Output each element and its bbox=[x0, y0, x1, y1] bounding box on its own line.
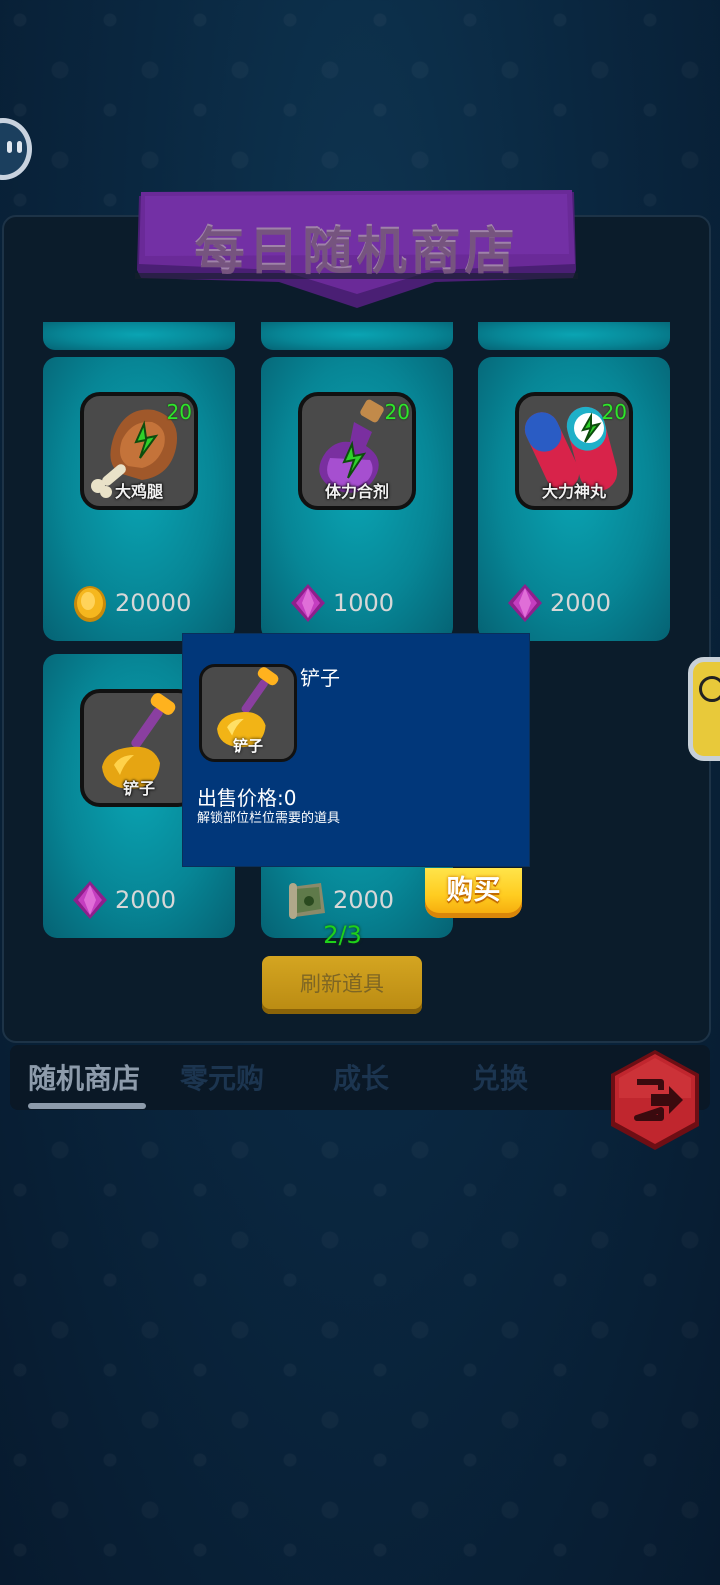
buy-button[interactable]: 购买 bbox=[425, 868, 522, 918]
tab-exchange[interactable]: 兑换 bbox=[472, 1057, 528, 1097]
refresh-counter: 2/3 bbox=[323, 921, 362, 949]
item-count: 20 bbox=[166, 400, 192, 424]
shop-card-stub bbox=[261, 322, 453, 350]
shop-item-card[interactable]: 20 大力神丸 2000 bbox=[478, 357, 670, 641]
tab-growth[interactable]: 成长 bbox=[333, 1057, 389, 1097]
purple-gem-icon bbox=[73, 881, 107, 919]
shop-banner: 每日随机商店 bbox=[135, 190, 578, 308]
price-value: 2000 bbox=[550, 589, 612, 617]
shop-card-stub bbox=[478, 322, 670, 350]
popup-description: 解锁部位栏位需要的道具 bbox=[197, 811, 341, 826]
map-scroll-icon bbox=[289, 883, 325, 919]
tab-random-shop[interactable]: 随机商店 bbox=[28, 1057, 140, 1097]
item-icon-frame: 铲子 bbox=[80, 689, 198, 807]
refresh-items-button[interactable]: 刷新道具 bbox=[262, 956, 422, 1014]
price-value: 2000 bbox=[333, 886, 395, 914]
purple-gem-icon bbox=[508, 584, 542, 622]
item-price: 2000 bbox=[69, 880, 176, 920]
shop-item-card[interactable]: 20 体力合剂 1000 bbox=[261, 357, 453, 641]
item-name: 大鸡腿 bbox=[114, 482, 163, 501]
item-price: 2000 bbox=[287, 880, 394, 920]
popup-item-icon-frame: 铲子 bbox=[199, 664, 297, 762]
popup-icon-label: 铲子 bbox=[232, 737, 263, 755]
item-count: 20 bbox=[384, 400, 410, 424]
item-count: 20 bbox=[601, 400, 627, 424]
exit-icon bbox=[611, 1050, 699, 1150]
shop-item-card[interactable]: 20 大鸡腿 20000 bbox=[43, 357, 235, 641]
exit-button[interactable] bbox=[607, 1048, 703, 1152]
shop-card-stub bbox=[43, 322, 235, 350]
side-mascot-button[interactable] bbox=[688, 657, 720, 761]
item-icon-frame: 20 大鸡腿 bbox=[80, 392, 198, 510]
eye-icon bbox=[7, 141, 12, 153]
item-name: 铲子 bbox=[122, 779, 155, 798]
price-value: 2000 bbox=[115, 886, 177, 914]
price-value: 1000 bbox=[333, 589, 395, 617]
shop-tab-bar: 随机商店 零元购 成长 兑换 bbox=[10, 1045, 710, 1110]
shop-title: 每日随机商店 bbox=[194, 223, 519, 281]
mascot-face-icon bbox=[699, 676, 720, 702]
item-price: 20000 bbox=[69, 583, 191, 623]
item-name: 大力神丸 bbox=[541, 482, 606, 501]
item-icon-frame: 20 大力神丸 bbox=[515, 392, 633, 510]
tab-zero-buy[interactable]: 零元购 bbox=[180, 1057, 264, 1097]
item-price: 2000 bbox=[504, 583, 611, 623]
price-value: 20000 bbox=[115, 589, 192, 617]
item-price: 1000 bbox=[287, 583, 394, 623]
item-name: 体力合剂 bbox=[324, 482, 389, 501]
eye-icon bbox=[17, 141, 22, 153]
popup-item-name: 铲子 bbox=[300, 666, 340, 690]
active-tab-indicator bbox=[28, 1103, 146, 1109]
gold-coin-icon bbox=[74, 586, 106, 622]
item-detail-popup: 铲子 铲子 出售价格:0 解锁部位栏位需要的道具 bbox=[183, 634, 529, 866]
item-icon-frame: 20 体力合剂 bbox=[298, 392, 416, 510]
purple-gem-icon bbox=[291, 584, 325, 622]
